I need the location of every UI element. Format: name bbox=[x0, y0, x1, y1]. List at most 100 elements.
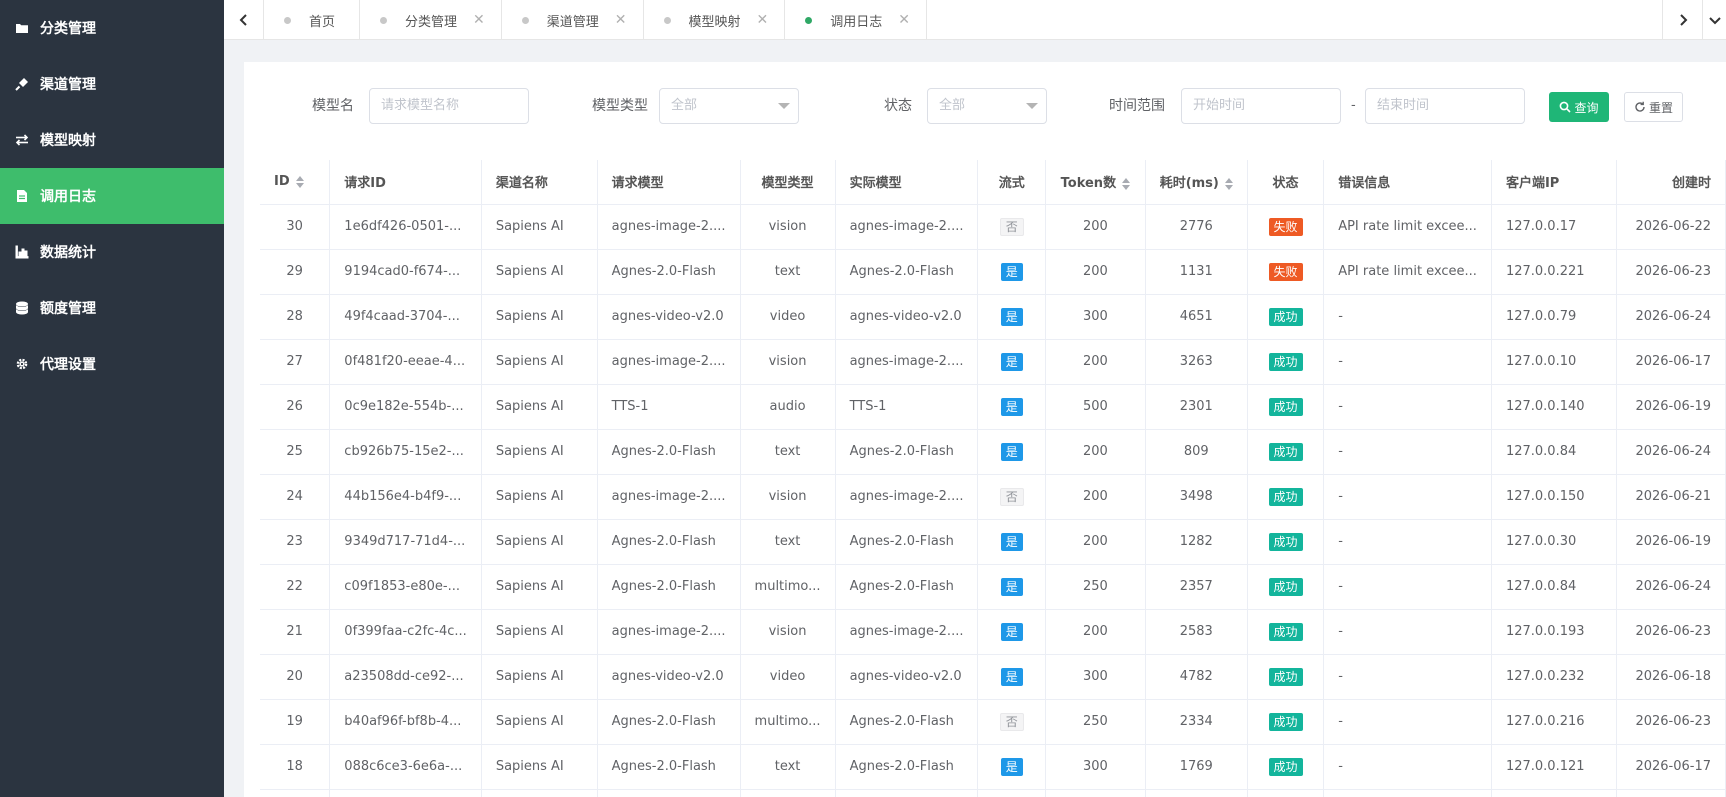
close-icon[interactable]: ✕ bbox=[615, 12, 627, 28]
cell-client-ip: 127.0.0.232 bbox=[1491, 654, 1618, 700]
cell-model-type: multimo... bbox=[740, 699, 836, 745]
cell-stream: 是 bbox=[977, 249, 1047, 295]
search-button-label: 查询 bbox=[1574, 100, 1599, 115]
cell-request-id: 0c9e182e-554b-... bbox=[329, 384, 482, 430]
cell-id: 30 bbox=[260, 204, 331, 250]
column-tokens-header[interactable]: Token数 bbox=[1045, 160, 1146, 205]
cell-actual-model: agnes-image-2.... bbox=[835, 204, 979, 250]
column-status-header: 状态 bbox=[1247, 160, 1325, 205]
tab-label: 模型映射 bbox=[688, 14, 741, 30]
cell-latency: 3263 bbox=[1145, 339, 1248, 385]
stream-tag: 是 bbox=[1000, 532, 1023, 551]
refresh-icon bbox=[1635, 101, 1645, 112]
status-badge: 成功 bbox=[1268, 667, 1303, 686]
tab-label: 首页 bbox=[309, 14, 336, 30]
cell-request-id: 49f4caad-3704-... bbox=[329, 294, 482, 340]
end-time-input[interactable]: 结束时间 bbox=[1365, 88, 1525, 124]
cell-channel: Sapiens AI bbox=[481, 339, 598, 385]
time-range-label: 时间范围 bbox=[1109, 98, 1165, 114]
cell-latency: 2334 bbox=[1145, 699, 1248, 745]
close-icon[interactable]: ✕ bbox=[473, 12, 485, 28]
sidebar-item-1[interactable]: 渠道管理 bbox=[0, 56, 224, 112]
cell-status: 成功 bbox=[1247, 384, 1325, 430]
cell-model-type: video bbox=[740, 294, 836, 340]
cell-status: 成功 bbox=[1247, 699, 1325, 745]
close-icon[interactable]: ✕ bbox=[757, 12, 769, 28]
table-header-row: ID 请求ID 渠道名称 请求模型 模型类型 实际模型 流式 Token数 耗时… bbox=[260, 160, 1726, 205]
stream-tag: 是 bbox=[1000, 262, 1023, 281]
start-time-input[interactable]: 开始时间 bbox=[1181, 88, 1341, 124]
cell-request-id: 9349d717-71d4-... bbox=[329, 519, 482, 565]
cell-stream: 是 bbox=[977, 519, 1047, 565]
status-select[interactable]: 全部 bbox=[927, 88, 1047, 124]
stream-tag: 否 bbox=[999, 487, 1024, 506]
cell-request-id: 44b156e4-b4f9-... bbox=[329, 474, 482, 520]
status-badge: 成功 bbox=[1268, 712, 1303, 731]
tab-1[interactable]: 分类管理 ✕ bbox=[360, 0, 502, 40]
cell-stream: 是 bbox=[977, 294, 1047, 340]
cell-created: 2026-06-19 bbox=[1616, 519, 1726, 565]
table-row: 21 0f399faa-c2fc-4c... Sapiens AI agnes-ima… bbox=[260, 609, 1726, 655]
cell-error: - bbox=[1323, 384, 1492, 430]
tab-menu-button[interactable] bbox=[1702, 0, 1726, 40]
sidebar-item-2[interactable]: 模型映射 bbox=[0, 112, 224, 168]
cell-request-id: 9194cad0-f674-... bbox=[329, 249, 482, 295]
model-name-input[interactable]: 请求模型名称 bbox=[369, 88, 529, 124]
range-separator: - bbox=[1351, 98, 1356, 113]
tab-3[interactable]: 模型映射 ✕ bbox=[644, 0, 786, 40]
cell-created bbox=[1616, 789, 1726, 797]
column-id-header[interactable]: ID bbox=[260, 160, 331, 205]
cell-request-model: agnes-image-2.... bbox=[597, 204, 741, 250]
cell-stream: 否 bbox=[977, 699, 1047, 745]
status-badge: 失败 bbox=[1268, 262, 1303, 281]
column-id-label: ID bbox=[274, 174, 290, 190]
table-row: 26 0c9e182e-554b-... Sapiens AI TTS-1 audio T… bbox=[260, 384, 1726, 430]
sort-icon[interactable] bbox=[1224, 177, 1233, 190]
stream-tag: 是 bbox=[1000, 667, 1023, 686]
cell-id: 21 bbox=[260, 609, 331, 655]
column-stream-header: 流式 bbox=[977, 160, 1047, 205]
cell-stream bbox=[977, 789, 1047, 797]
cell-actual-model bbox=[835, 789, 979, 797]
tab-0[interactable]: 首页 bbox=[264, 0, 361, 40]
sidebar-item-3[interactable]: 调用日志 bbox=[0, 168, 224, 224]
tab-list: 首页 分类管理 ✕ 渠道管理 ✕ 模型映射 ✕ 调用日志 ✕ bbox=[264, 0, 1662, 40]
sort-icon[interactable] bbox=[295, 175, 304, 188]
stream-tag: 是 bbox=[1000, 397, 1023, 416]
sidebar-item-5[interactable]: 额度管理 bbox=[0, 280, 224, 336]
tab-scroll-left-button[interactable] bbox=[224, 0, 264, 40]
cell-request-model: agnes-image-2.... bbox=[597, 339, 741, 385]
column-created-header: 创建时 bbox=[1616, 160, 1726, 205]
tab-2[interactable]: 渠道管理 ✕ bbox=[502, 0, 644, 40]
tab-4[interactable]: 调用日志 ✕ bbox=[785, 0, 928, 40]
cell-latency: 1769 bbox=[1145, 744, 1248, 790]
cell-request-id: b40af96f-bf8b-4... bbox=[329, 699, 482, 745]
sidebar-item-4[interactable]: 数据统计 bbox=[0, 224, 224, 280]
cell-client-ip: 127.0.0.84 bbox=[1491, 564, 1618, 610]
sort-icon[interactable] bbox=[1122, 177, 1131, 190]
cell-id bbox=[260, 789, 331, 797]
tab-scroll-right-button[interactable] bbox=[1662, 0, 1702, 40]
model-type-select[interactable]: 全部 bbox=[659, 88, 799, 124]
cell-created: 2026-06-23 bbox=[1616, 609, 1726, 655]
cell-id: 19 bbox=[260, 699, 331, 745]
cell-stream: 是 bbox=[977, 564, 1047, 610]
cell-created: 2026-06-17 bbox=[1616, 339, 1726, 385]
close-icon[interactable]: ✕ bbox=[898, 12, 910, 28]
cell-id: 28 bbox=[260, 294, 331, 340]
column-latency-header[interactable]: 耗时(ms) bbox=[1145, 160, 1248, 205]
reset-button[interactable]: 重置 bbox=[1624, 92, 1683, 122]
sidebar-item-6[interactable]: 代理设置 bbox=[0, 336, 224, 392]
chevron-right-icon bbox=[1679, 14, 1687, 26]
exchange-icon bbox=[14, 132, 30, 148]
model-type-label: 模型类型 bbox=[592, 98, 648, 114]
cell-model-type: text bbox=[740, 429, 836, 475]
status-badge: 成功 bbox=[1268, 622, 1303, 641]
search-button[interactable]: 查询 bbox=[1549, 92, 1609, 122]
column-request-model-header: 请求模型 bbox=[597, 160, 741, 205]
cell-request-id: cb926b75-15e2-... bbox=[329, 429, 482, 475]
sidebar-item-0[interactable]: 分类管理 bbox=[0, 0, 224, 56]
cell-channel: Sapiens AI bbox=[481, 609, 598, 655]
cell-latency bbox=[1145, 789, 1248, 797]
status-badge: 成功 bbox=[1268, 577, 1303, 596]
